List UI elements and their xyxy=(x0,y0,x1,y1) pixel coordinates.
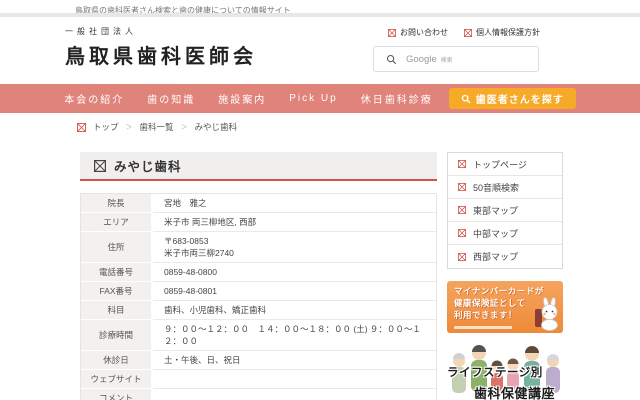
breadcrumb-home[interactable]: トップ xyxy=(93,121,119,133)
table-row-label: 院長 xyxy=(81,194,153,213)
table-row-value: 宮地 雅之 xyxy=(153,194,436,213)
site-tagline-bar: 鳥取県の歯科医者さん検索と歯の健康についての情報サイト xyxy=(0,0,640,15)
org-type-label: 一般社団法人 xyxy=(65,27,137,36)
nav-item[interactable]: 施設案内 xyxy=(218,91,266,106)
broken-image-icon xyxy=(458,160,466,168)
table-row-label: エリア xyxy=(81,213,153,232)
sidebar-menu-item-label: 東部マップ xyxy=(473,205,519,216)
broken-image-icon xyxy=(458,183,466,191)
banner-lifestage-subtitle: 歯科保健講座 xyxy=(474,386,556,400)
table-row-value: 0859-48-0801 xyxy=(153,282,436,301)
sidebar-menu-item-label: 西部マップ xyxy=(473,252,519,262)
table-row-label: 住所 xyxy=(81,232,153,263)
clinic-title: みやじ歯科 xyxy=(114,160,182,174)
sidebar-menu-item-label: 50音順検索 xyxy=(473,182,520,193)
table-row-value xyxy=(153,389,436,400)
table-row-label: ウェブサイト xyxy=(81,370,153,389)
table-row-value: 0859-48-0800 xyxy=(153,263,436,282)
table-row-label: FAX番号 xyxy=(81,282,153,301)
header: 一般社団法人 鳥取県歯科医師会 お問い合わせ 個人情報保護方針 Google 検… xyxy=(0,17,640,84)
breadcrumb-separator: ＞ xyxy=(180,124,188,131)
broken-image-icon xyxy=(77,122,86,132)
org-name-label: 鳥取県歯科医師会 xyxy=(65,46,257,68)
table-row: FAX番号 0859-48-0801 xyxy=(81,282,436,301)
table-row-label: 診療時間 xyxy=(81,320,153,351)
privacy-policy-link-label: 個人情報保護方針 xyxy=(476,28,540,37)
sidebar-menu-item-label: トップページ xyxy=(473,159,527,170)
clinic-title-bar: みやじ歯科 xyxy=(80,152,437,181)
header-links: お問い合わせ 個人情報保護方針 xyxy=(388,27,540,38)
sidebar-menu-item[interactable]: 中部マップ xyxy=(448,222,562,245)
search-placeholder-brand: Google xyxy=(406,53,437,65)
breadcrumb: トップ ＞ 歯科一覧 ＞ みやじ歯科 xyxy=(77,121,237,133)
sidebar-menu-item-label: 中部マップ xyxy=(473,228,519,239)
sidebar-menu-item[interactable]: 50音順検索 xyxy=(448,176,562,199)
table-row-value xyxy=(153,370,436,389)
table-row-label: コメント xyxy=(81,389,153,400)
table-row-value: 土・午後、日、祝日 xyxy=(153,351,436,370)
find-dentist-button-label: 歯医者さんを探す xyxy=(475,95,564,106)
table-row-value: 米子市 両三柳地区, 西部 xyxy=(153,213,436,232)
table-row: 休診日 土・午後、日、祝日 xyxy=(81,351,436,370)
table-row: エリア 米子市 両三柳地区, 西部 xyxy=(81,213,436,232)
main-nav: 本会の紹介 歯の知識 施設案内 Pick Up 休日歯科診療 歯医者さんを探す xyxy=(0,84,640,113)
sidebar-menu: トップページ 50音順検索 東部マップ 中部マップ 西部マップ xyxy=(447,152,563,269)
rabbit-mascot-icon xyxy=(534,297,560,331)
sidebar-menu-item[interactable]: 西部マップ xyxy=(448,245,562,268)
nav-item[interactable]: 休日歯科診療 xyxy=(361,91,433,106)
breadcrumb-list[interactable]: 歯科一覧 xyxy=(140,121,174,133)
table-row: 住所 〒683-0853 米子市両三柳2740 xyxy=(81,232,436,263)
table-row: ウェブサイト xyxy=(81,370,436,389)
table-row: コメント xyxy=(81,389,436,400)
table-row-value: 〒683-0853 米子市両三柳2740 xyxy=(153,232,436,263)
privacy-policy-link[interactable]: 個人情報保護方針 xyxy=(464,27,540,38)
table-row-value: 歯科、小児歯科、矯正歯科 xyxy=(153,301,436,320)
table-row: 科目 歯科、小児歯科、矯正歯科 xyxy=(81,301,436,320)
breadcrumb-separator: ＞ xyxy=(125,124,133,131)
site-logo[interactable]: 一般社団法人 鳥取県歯科医師会 xyxy=(65,26,257,69)
sidebar-menu-item[interactable]: 東部マップ xyxy=(448,199,562,222)
table-row: 電話番号 0859-48-0800 xyxy=(81,263,436,282)
nav-item[interactable]: Pick Up xyxy=(289,93,337,104)
google-search-input[interactable]: Google 検索 xyxy=(373,46,539,72)
contact-link[interactable]: お問い合わせ xyxy=(388,27,448,38)
find-dentist-button[interactable]: 歯医者さんを探す xyxy=(448,88,576,109)
broken-image-icon xyxy=(94,159,106,172)
mynumber-insurance-banner[interactable]: マイナンバーカードが 健康保険証として 利用できます！ xyxy=(447,281,563,333)
table-row: 院長 宮地 雅之 xyxy=(81,194,436,213)
main-content: みやじ歯科 院長 宮地 雅之 エリア 米子市 両三柳地区, 西部 住所 〒683… xyxy=(80,152,437,400)
broken-image-icon xyxy=(388,28,396,37)
nav-item[interactable]: 歯の知識 xyxy=(147,91,195,106)
table-row-value: ９：００～１２：００ １４：００～１８：００ (土) ９：００～１２：００ xyxy=(153,320,436,351)
banner-url-stripe xyxy=(454,326,512,329)
clinic-info-table: 院長 宮地 雅之 エリア 米子市 両三柳地区, 西部 住所 〒683-0853 … xyxy=(80,193,437,400)
search-icon xyxy=(386,54,397,65)
broken-image-icon xyxy=(458,229,466,237)
lifestage-lecture-banner[interactable]: ライフステージ別 歯科保健講座 xyxy=(447,341,563,400)
search-icon xyxy=(461,94,471,104)
contact-link-label: お問い合わせ xyxy=(400,28,448,37)
sidebar-menu-item[interactable]: トップページ xyxy=(448,153,562,176)
search-placeholder-label: 検索 xyxy=(440,57,453,64)
banner-lifestage-title: ライフステージ別 xyxy=(447,367,543,379)
broken-image-icon xyxy=(458,206,466,214)
breadcrumb-current: みやじ歯科 xyxy=(194,122,238,132)
table-row: 診療時間 ９：００～１２：００ １４：００～１８：００ (土) ９：００～１２：… xyxy=(81,320,436,351)
main-nav-items: 本会の紹介 歯の知識 施設案内 Pick Up 休日歯科診療 xyxy=(64,91,432,106)
broken-image-icon xyxy=(458,252,466,261)
table-row-label: 科目 xyxy=(81,301,153,320)
table-row-label: 電話番号 xyxy=(81,263,153,282)
sidebar: トップページ 50音順検索 東部マップ 中部マップ 西部マップ マイナンバーカー… xyxy=(447,152,563,400)
broken-image-icon xyxy=(464,28,472,37)
table-row-label: 休診日 xyxy=(81,351,153,370)
nav-item[interactable]: 本会の紹介 xyxy=(64,91,124,106)
